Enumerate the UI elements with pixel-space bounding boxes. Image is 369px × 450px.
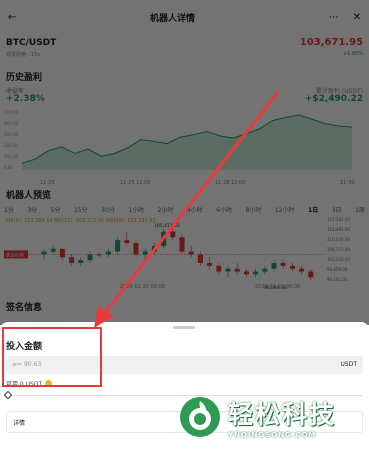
watermark-cn: 轻松科技 [228, 400, 337, 429]
watermark-logo [180, 397, 220, 437]
highlight-box [2, 327, 102, 387]
watermark: 轻松科技 YNQINGSONG.COM [178, 395, 336, 439]
watermark-en: YNQINGSONG.COM [228, 431, 317, 439]
